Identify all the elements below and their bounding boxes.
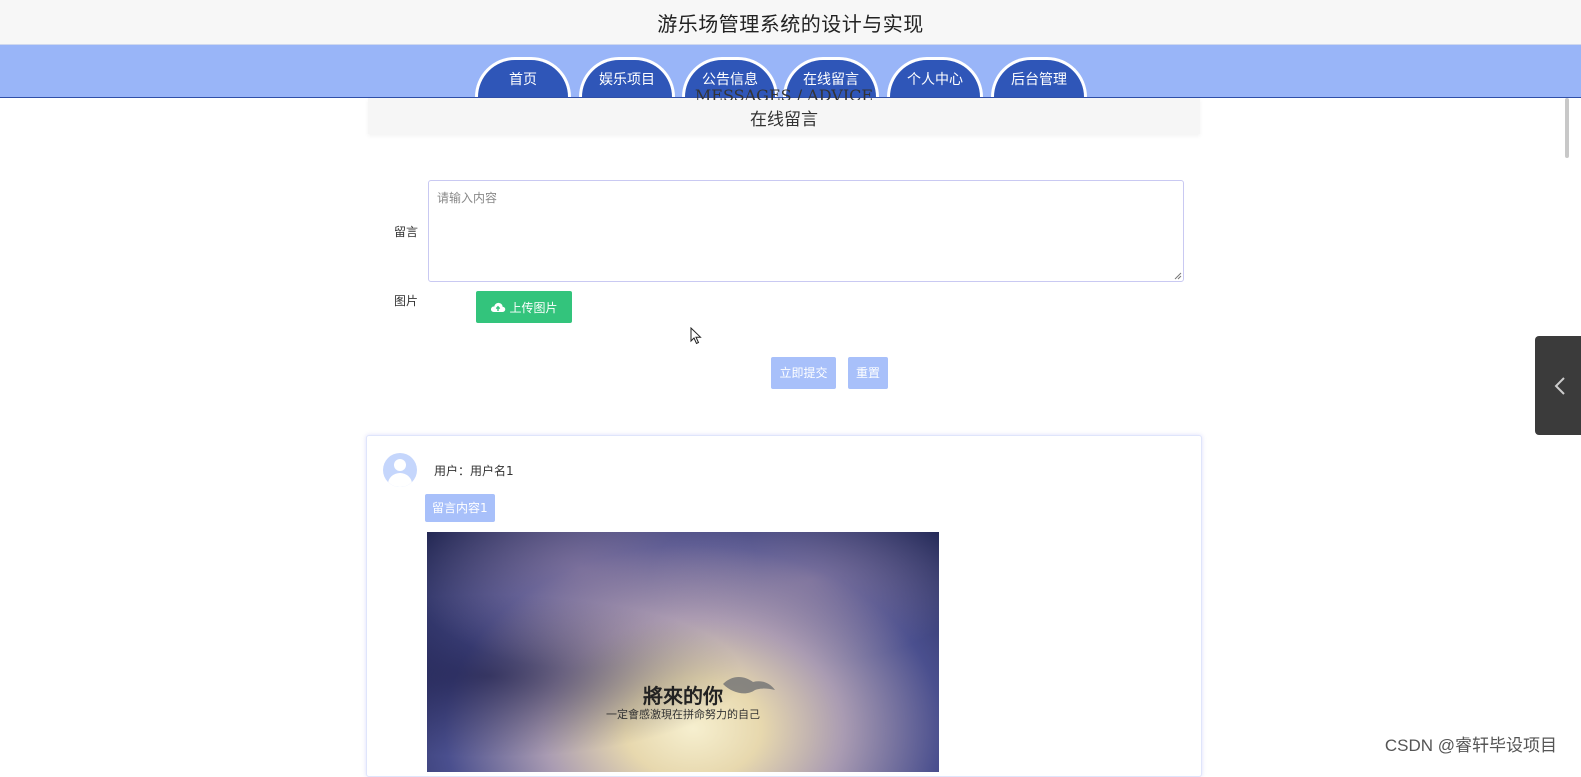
section-title-cn: 在线留言 [750,110,818,130]
comment-user: 用户：用户名1 [434,464,514,478]
comment-card: 用户：用户名1 留言内容1 將來的你 一定會感激現在拼命努力的自己 [366,435,1202,777]
user-avatar-icon [383,453,417,487]
image-caption-sub: 一定會感激現在拼命努力的自己 [606,708,760,721]
comment-image: 將來的你 一定會感激現在拼命努力的自己 [427,532,939,772]
chevron-left-icon [1554,377,1565,395]
submit-button[interactable]: 立即提交 [771,357,836,389]
cloud-upload-icon [491,302,506,312]
reset-button[interactable]: 重置 [848,357,888,389]
mouse-cursor-icon [690,327,702,345]
message-input[interactable] [428,180,1184,282]
top-header: 游乐场管理系统的设计与实现 [0,0,1581,45]
side-panel-toggle[interactable] [1535,336,1581,435]
page-scrollbar[interactable] [1565,98,1569,158]
resize-grip-icon[interactable] [1174,272,1182,280]
section-title-en: MESSAGES / ADVICE [694,86,874,100]
upload-button-label: 上传图片 [509,300,558,315]
image-caption-main: 將來的你 [643,684,723,708]
section-header: MESSAGES / ADVICE 在线留言 [368,86,1200,134]
upload-image-button[interactable]: 上传图片 [476,291,572,323]
watermark: CSDN @睿轩毕设项目 [1384,736,1557,755]
message-label: 留言 [394,225,419,239]
comment-content: 留言内容1 [425,494,495,522]
site-title: 游乐场管理系统的设计与实现 [657,12,924,36]
image-label: 图片 [394,294,419,308]
